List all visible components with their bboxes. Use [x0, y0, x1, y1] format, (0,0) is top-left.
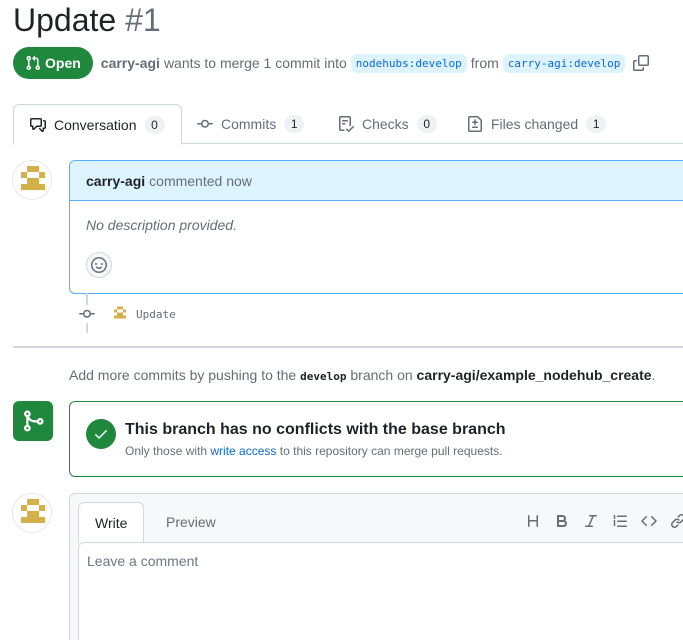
tab-counter: 0 [144, 115, 165, 134]
merge-status-subtitle: Only those with write access to this rep… [125, 444, 503, 458]
link-icon[interactable] [670, 513, 683, 529]
tab-files-changed[interactable]: Files changed 1 [467, 104, 607, 144]
git-commit-icon [79, 309, 95, 318]
commit-avatar[interactable] [110, 304, 130, 324]
copy-icon[interactable] [633, 55, 650, 71]
bold-icon[interactable] [554, 513, 570, 529]
pr-author-link[interactable]: carry-agi [101, 55, 160, 71]
git-merge-icon [24, 410, 44, 432]
comment-editor: Write Preview Leave a comment [69, 493, 683, 640]
markdown-toolbar [525, 513, 683, 529]
tab-preview[interactable]: Preview [150, 502, 232, 542]
checklist-icon [339, 116, 354, 132]
pr-tabs: Conversation 0 Commits 1 Checks 0 Files … [13, 104, 683, 145]
commit-row: Update [78, 303, 176, 325]
tab-label: Checks [362, 116, 409, 132]
state-label: Open [45, 55, 81, 71]
git-commit-icon [197, 119, 213, 128]
write-access-link[interactable]: write access [210, 444, 276, 458]
push-hint-suffix: . [651, 367, 656, 383]
merge-status-icon-box [13, 401, 53, 441]
git-pull-request-icon [26, 55, 41, 71]
file-diff-icon [468, 116, 482, 132]
push-hint: Add more commits by pushing to the devel… [69, 367, 655, 383]
comment-card: carry-agi commented now No description p… [69, 160, 683, 294]
merge-sub-suffix: to this repository can merge pull reques… [279, 444, 503, 458]
identicon-avatar [13, 494, 51, 532]
pr-number: #1 [125, 2, 161, 38]
push-hint-prefix: Add more commits by pushing to the [69, 367, 297, 383]
comment-body: No description provided. [86, 217, 237, 233]
tab-counter: 1 [586, 115, 607, 133]
identicon-avatar [13, 161, 51, 199]
check-circle [86, 419, 116, 449]
merge-text: wants to merge 1 commit into [163, 55, 347, 71]
list-ordered-icon[interactable] [612, 513, 628, 529]
from-text: from [470, 55, 499, 71]
avatar[interactable] [12, 493, 52, 533]
pr-title: Update #1 [13, 2, 161, 39]
check-icon [95, 430, 107, 439]
commit-dot [78, 305, 96, 323]
push-hint-middle: branch on [350, 367, 413, 383]
identicon-avatar [110, 304, 130, 324]
comment-discussion-icon [30, 117, 46, 132]
smiley-icon [91, 257, 107, 273]
tab-commits[interactable]: Commits 1 [197, 104, 305, 144]
italic-icon[interactable] [583, 513, 599, 529]
push-hint-repo: carry-agi/example_nodehub_create [416, 367, 652, 383]
heading-icon[interactable] [525, 513, 541, 529]
tab-label: Files changed [491, 116, 579, 132]
base-branch[interactable]: nodehubs:develop [350, 53, 467, 73]
merge-status-title: This branch has no conflicts with the ba… [125, 421, 506, 438]
pr-meta: Open carry-agi wants to merge 1 commit i… [13, 47, 650, 79]
comment-textarea[interactable]: Leave a comment [78, 542, 683, 640]
commit-message[interactable]: Update [136, 308, 176, 321]
push-hint-branch: develop [300, 370, 347, 383]
tab-label: Commits [221, 116, 277, 132]
tab-conversation[interactable]: Conversation 0 [13, 104, 182, 145]
tab-counter: 1 [284, 115, 305, 133]
code-icon[interactable] [641, 513, 657, 529]
avatar[interactable] [12, 160, 52, 200]
timeline-divider [13, 346, 683, 348]
tab-write[interactable]: Write [78, 502, 145, 543]
tab-counter: 0 [416, 115, 437, 133]
head-branch[interactable]: carry-agi:develop [502, 53, 626, 73]
merge-status-box: This branch has no conflicts with the ba… [69, 401, 683, 477]
add-reaction-button[interactable] [86, 252, 112, 278]
pr-title-text: Update [13, 2, 117, 38]
tab-checks[interactable]: Checks 0 [338, 104, 437, 144]
comment-action: commented now [149, 172, 252, 189]
state-badge: Open [13, 47, 93, 79]
merge-sub-prefix: Only those with [125, 444, 208, 458]
tab-label: Conversation [54, 116, 137, 133]
comment-author[interactable]: carry-agi [86, 173, 145, 189]
comment-header: carry-agi commented now [70, 161, 683, 201]
